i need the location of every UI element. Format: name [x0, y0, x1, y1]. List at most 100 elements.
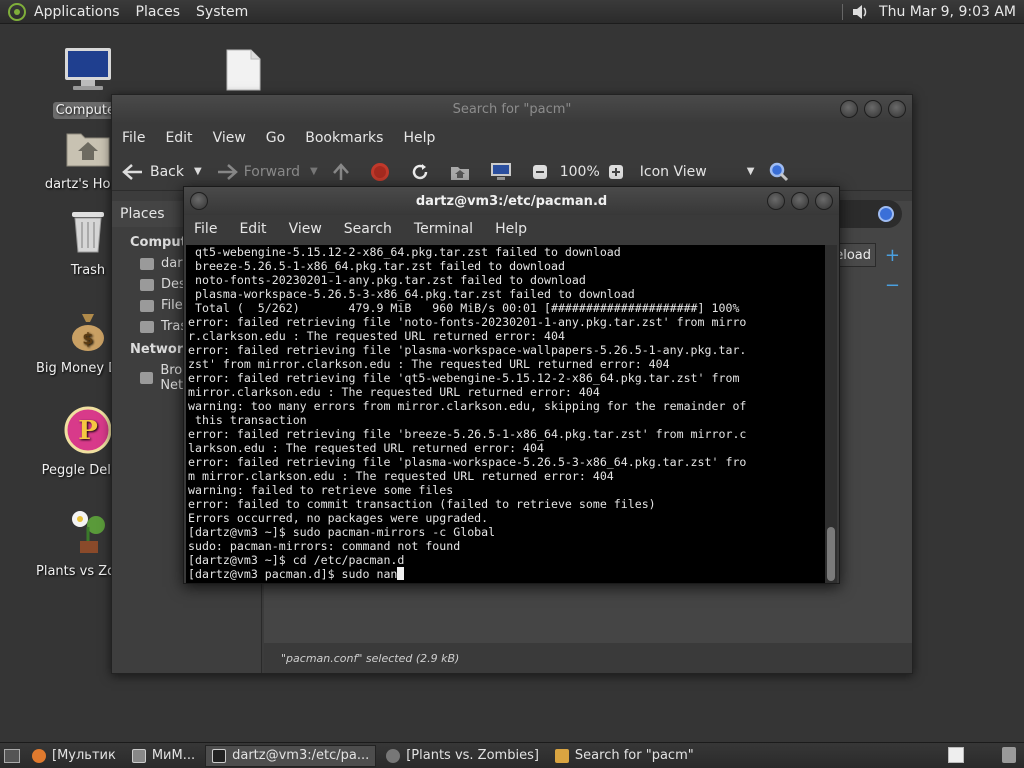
minimize-button[interactable] [840, 100, 858, 118]
terminal-scrollbar[interactable] [825, 245, 837, 583]
menu-help[interactable]: Help [495, 221, 527, 237]
svg-text:P: P [78, 416, 98, 446]
close-button[interactable] [815, 192, 833, 210]
top-panel: Applications Places System Thu Mar 9, 9:… [0, 0, 1024, 24]
close-button[interactable] [888, 100, 906, 118]
desktop-icon-document[interactable] [188, 48, 298, 100]
folder-icon [140, 278, 154, 291]
status-bar: "pacman.conf" selected (2.9 kB) [264, 643, 912, 673]
task-terminal[interactable]: dartz@vm3:/etc/pa... [205, 744, 377, 767]
menu-edit[interactable]: Edit [165, 130, 192, 146]
menu-bookmarks[interactable]: Bookmarks [305, 130, 383, 146]
top-panel-tray: Thu Mar 9, 9:03 AM [842, 0, 1020, 24]
menu-places[interactable]: Places [136, 4, 181, 20]
menu-go[interactable]: Go [266, 130, 285, 146]
terminal-line: Errors occurred, no packages were upgrad… [188, 511, 489, 525]
back-button[interactable]: Back ▼ [122, 163, 202, 181]
terminal-line: larkson.edu : The requested URL returned… [188, 441, 544, 455]
terminal-line: error: failed retrieving file 'noto-font… [188, 315, 747, 329]
minimize-button[interactable] [767, 192, 785, 210]
show-desktop-icon[interactable] [4, 748, 20, 763]
menu-file[interactable]: File [194, 221, 217, 237]
up-button[interactable] [332, 162, 356, 181]
refresh-icon [412, 163, 427, 179]
zoom-level[interactable]: 100% [560, 164, 600, 180]
zoom-in-icon [608, 164, 623, 179]
terminal-window: dartz@vm3:/etc/pacman.d File Edit View S… [183, 186, 840, 584]
chevron-down-icon: ▼ [746, 166, 755, 177]
prompt-text: [dartz@vm3 pacman.d]$ sudo nan [188, 567, 398, 581]
zoom-in-button[interactable] [608, 164, 630, 180]
terminal-line: m mirror.clarkson.edu : The requested UR… [188, 469, 614, 483]
speaker-icon[interactable] [851, 3, 869, 21]
terminal-icon [212, 748, 227, 763]
window-menu-button[interactable] [190, 192, 208, 210]
computer-button[interactable] [490, 162, 518, 182]
chevron-down-icon[interactable]: ▼ [194, 166, 202, 177]
view-mode-select[interactable]: Icon View ▼ [640, 164, 755, 180]
reload-button[interactable] [410, 162, 436, 182]
task-label: dartz@vm3:/etc/pa... [232, 748, 370, 763]
trash-icon[interactable] [1002, 747, 1016, 763]
clock[interactable]: Thu Mar 9, 9:03 AM [879, 4, 1016, 20]
menu-applications[interactable]: Applications [34, 4, 120, 20]
search-icon [878, 206, 894, 222]
forward-label: Forward [243, 163, 301, 180]
text-cursor [397, 567, 405, 580]
terminal-line: zst' from mirror.clarkson.edu : The requ… [188, 357, 670, 371]
menu-edit[interactable]: Edit [239, 221, 266, 237]
terminal-line: error: failed retrieving file 'plasma-wo… [188, 455, 747, 469]
folder-search-icon [554, 748, 569, 763]
home-icon [450, 166, 469, 180]
stop-button[interactable] [370, 162, 396, 182]
task-search[interactable]: Search for "pacm" [549, 745, 700, 767]
menu-file[interactable]: File [122, 130, 145, 146]
terminal-line: mirror.clarkson.edu : The requested URL … [188, 385, 600, 399]
file-manager-menubar: File Edit View Go Bookmarks Help [112, 123, 912, 153]
menu-view[interactable]: View [289, 221, 322, 237]
remove-criterion-icon[interactable]: − [885, 275, 900, 296]
terminal-line: this transaction [188, 413, 307, 427]
terminal-line: error: failed retrieving file 'qt5-weben… [188, 371, 740, 385]
app-grid-icon [131, 748, 146, 763]
menu-terminal[interactable]: Terminal [414, 221, 473, 237]
network-icon [140, 372, 154, 384]
file-manager-titlebar[interactable]: Search for "pacm" [112, 95, 912, 123]
terminal-line: warning: too many errors from mirror.cla… [188, 399, 747, 413]
chevron-down-icon[interactable]: ▼ [310, 166, 318, 177]
maximize-button[interactable] [791, 192, 809, 210]
terminal-line: plasma-workspace-5.26.5-3-x86_64.pkg.tar… [188, 287, 635, 301]
distro-logo-icon[interactable] [8, 2, 26, 21]
menu-system[interactable]: System [196, 4, 248, 20]
terminal-title: dartz@vm3:/etc/pacman.d [415, 193, 608, 209]
zoom-out-button[interactable] [532, 164, 554, 180]
task-mim[interactable]: МиМ... [126, 745, 201, 767]
add-criterion-icon[interactable]: + [885, 245, 900, 266]
search-button[interactable] [768, 161, 796, 183]
workspace-switcher-icon[interactable] [948, 747, 964, 763]
trash-icon [140, 320, 154, 333]
arrow-left-icon [122, 163, 142, 180]
terminal-prompt-line[interactable]: [dartz@vm3 pacman.d]$ sudo nan [188, 567, 827, 581]
task-label: [Plants vs. Zombies] [406, 748, 539, 763]
terminal-titlebar[interactable]: dartz@vm3:/etc/pacman.d [184, 187, 839, 215]
task-pvz[interactable]: [Plants vs. Zombies] [380, 745, 545, 767]
forward-button[interactable]: Forward ▼ [216, 163, 318, 181]
maximize-button[interactable] [864, 100, 882, 118]
back-label: Back [150, 163, 184, 180]
computer-icon [33, 46, 143, 98]
terminal-line: [dartz@vm3 ~]$ sudo pacman-mirrors -c Gl… [188, 525, 496, 539]
menu-help[interactable]: Help [403, 130, 435, 146]
task-multik[interactable]: [Мультик [26, 745, 122, 767]
scrollbar-thumb[interactable] [827, 527, 835, 581]
menu-search[interactable]: Search [344, 221, 392, 237]
terminal-line: sudo: pacman-mirrors: command not found [188, 539, 461, 553]
firefox-icon [32, 748, 46, 763]
terminal-line: Total ( 5/262) 479.9 MiB 960 MiB/s 00:01… [188, 301, 740, 315]
terminal-output[interactable]: qt5-webengine-5.15.12-2-x86_64.pkg.tar.z… [186, 245, 827, 583]
menu-view[interactable]: View [213, 130, 246, 146]
zoom-out-icon [532, 164, 547, 179]
arrow-up-icon [332, 162, 349, 180]
document-icon [188, 48, 298, 96]
home-button[interactable] [450, 163, 476, 181]
